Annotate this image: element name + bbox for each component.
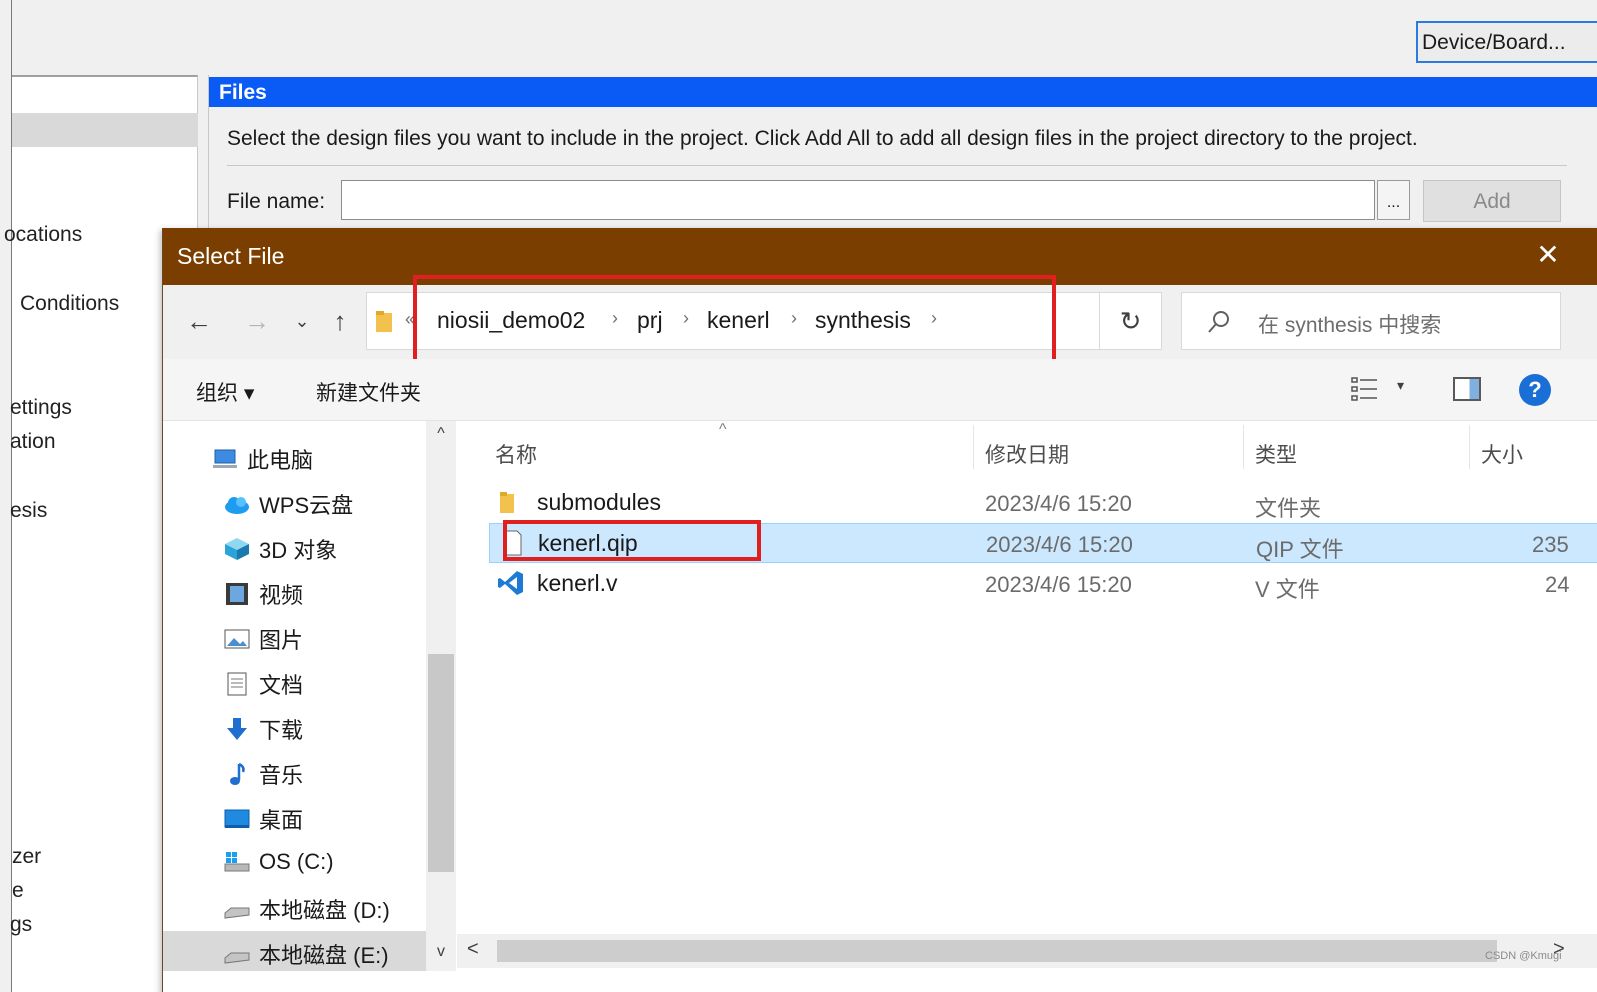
nav-item-wps-cloud[interactable]: WPS云盘 <box>223 488 353 524</box>
forward-arrow-icon[interactable]: → <box>240 303 274 339</box>
file-row-submodules[interactable]: submodules 2023/4/6 15:20 文件夹 <box>489 483 1597 523</box>
file-name: submodules <box>537 489 662 515</box>
cloud-icon <box>225 497 249 514</box>
device-board-button[interactable]: Device/Board... <box>1416 21 1597 63</box>
nav-item-pictures[interactable]: 图片 <box>223 623 303 659</box>
search-input[interactable]: 在 synthesis 中搜索 <box>1181 292 1561 350</box>
sidebar-item-settings-2[interactable]: gs <box>10 913 32 937</box>
highlight-box-path <box>413 275 1056 370</box>
nav-item-drive-d[interactable]: 本地磁盘 (D:) <box>223 893 390 929</box>
nav-item-music[interactable]: 音乐 <box>223 758 303 794</box>
desktop-icon <box>224 809 250 828</box>
documents-icon <box>227 672 247 696</box>
browse-button[interactable]: ... <box>1377 180 1410 220</box>
horizontal-scrollbar[interactable]: < > <box>457 934 1597 968</box>
drive-icon <box>224 952 250 964</box>
file-date: 2023/4/6 15:20 <box>986 532 1133 557</box>
pictures-icon <box>224 629 250 649</box>
help-icon[interactable]: ? <box>1519 374 1551 406</box>
sidebar-item-conditions[interactable]: Conditions <box>20 292 119 316</box>
add-button[interactable]: Add <box>1423 180 1561 222</box>
file-name-label: File name: <box>227 190 326 213</box>
sidebar-selected-row <box>12 113 198 147</box>
folder-icon <box>500 492 514 513</box>
folder-icon <box>376 311 392 332</box>
scrollbar-thumb[interactable] <box>497 940 1497 962</box>
file-row-kenerl-v[interactable]: kenerl.v 2023/4/6 15:20 V 文件 24 <box>489 564 1597 604</box>
nav-scrollbar[interactable]: ^ v <box>426 421 456 971</box>
view-options-icon[interactable] <box>1351 376 1379 402</box>
organize-button[interactable]: 组织 ▾ <box>196 377 254 407</box>
sidebar-item-locations[interactable]: ocations <box>4 223 82 247</box>
files-header: Files <box>209 77 1597 107</box>
scroll-down-icon[interactable]: v <box>426 943 456 961</box>
column-header-name[interactable]: 名称 <box>495 439 537 469</box>
highlight-box-file <box>503 520 761 561</box>
sidebar-item-synthesis[interactable]: esis <box>10 499 47 523</box>
file-type: QIP 文件 <box>1256 537 1344 562</box>
column-divider[interactable] <box>973 425 974 469</box>
column-header-type[interactable]: 类型 <box>1255 439 1297 469</box>
new-folder-button[interactable]: 新建文件夹 <box>316 377 421 407</box>
view-dropdown-icon[interactable]: ▾ <box>1397 377 1404 394</box>
refresh-icon[interactable]: ↻ <box>1099 292 1162 350</box>
dialog-title: Select File <box>177 243 285 269</box>
preview-pane-icon[interactable] <box>1453 377 1481 401</box>
os-drive-icon <box>224 852 250 872</box>
navigation-pane: 此电脑 WPS云盘 3D 对象 视频 图片 文档 下载 音乐 桌面 OS (C:… <box>163 421 457 992</box>
column-header-size[interactable]: 大小 <box>1481 439 1523 469</box>
watermark: CSDN @Kmugi <box>1485 950 1562 962</box>
file-name-input[interactable] <box>341 180 1375 220</box>
video-icon <box>226 583 248 605</box>
sidebar-item-settings[interactable]: ettings <box>10 396 72 420</box>
scrollbar-thumb[interactable] <box>428 654 454 872</box>
file-date: 2023/4/6 15:20 <box>985 491 1132 516</box>
nav-item-desktop[interactable]: 桌面 <box>223 803 303 839</box>
3d-objects-icon <box>225 538 249 560</box>
scroll-left-icon[interactable]: < <box>467 938 479 961</box>
file-size: 24 <box>1545 572 1570 597</box>
file-type: 文件夹 <box>1255 496 1322 521</box>
close-icon[interactable]: ✕ <box>1535 240 1561 270</box>
files-description: Select the design files you want to incl… <box>227 127 1418 150</box>
drive-icon <box>224 907 250 919</box>
nav-item-drive-e[interactable]: 本地磁盘 (E:) <box>223 938 389 974</box>
scroll-up-icon[interactable]: ^ <box>426 425 456 443</box>
search-icon <box>1208 311 1229 333</box>
file-date: 2023/4/6 15:20 <box>985 572 1132 597</box>
file-type: V 文件 <box>1255 577 1320 602</box>
nav-item-3d-objects[interactable]: 3D 对象 <box>223 533 337 569</box>
music-icon <box>230 762 245 785</box>
sidebar-item-simulation[interactable]: ation <box>10 430 56 454</box>
select-file-dialog: Select File ✕ ← → ⌄ ↑ « niosii_demo02 › … <box>162 228 1597 992</box>
file-name: kenerl.v <box>537 570 618 596</box>
nav-item-this-pc[interactable]: 此电脑 <box>211 443 313 479</box>
nav-item-documents[interactable]: 文档 <box>223 668 303 704</box>
vscode-icon <box>498 571 523 595</box>
download-icon <box>227 718 247 740</box>
sidebar-item-analyzer[interactable]: zer <box>12 845 41 869</box>
nav-item-downloads[interactable]: 下载 <box>223 713 303 749</box>
up-arrow-icon[interactable]: ↑ <box>323 303 357 339</box>
column-divider[interactable] <box>1469 425 1470 469</box>
toolbar: 组织 ▾ 新建文件夹 ▾ ? <box>163 359 1597 421</box>
sort-ascending-icon: ^ <box>719 421 727 438</box>
divider <box>227 165 1567 166</box>
computer-icon <box>213 449 237 468</box>
column-divider[interactable] <box>1243 425 1244 469</box>
nav-item-videos[interactable]: 视频 <box>223 578 303 614</box>
recent-locations-chevron-icon[interactable]: ⌄ <box>285 303 319 339</box>
search-placeholder: 在 synthesis 中搜索 <box>1258 314 1442 337</box>
sidebar-item-e[interactable]: e <box>12 879 24 903</box>
column-header-date[interactable]: 修改日期 <box>985 439 1069 469</box>
file-list: ^ 名称 修改日期 类型 大小 submodules 2023/4/6 15:2… <box>457 421 1597 992</box>
nav-item-os-c[interactable]: OS (C:) <box>223 848 334 884</box>
file-size: 235 <box>1532 532 1569 557</box>
back-arrow-icon[interactable]: ← <box>182 303 216 339</box>
